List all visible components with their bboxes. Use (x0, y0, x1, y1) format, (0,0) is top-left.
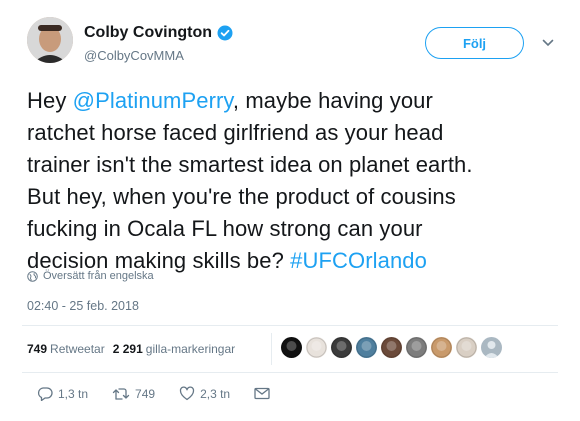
follow-button[interactable]: Följ (425, 27, 524, 59)
verified-badge-icon (217, 25, 233, 41)
translate-link[interactable]: Översätt från engelska (27, 270, 154, 282)
tweet-timestamp[interactable]: 02:40 - 25 feb. 2018 (27, 299, 139, 313)
globe-icon (27, 270, 38, 282)
likes-stat[interactable]: 2 291 gilla-markeringar (113, 342, 235, 356)
liker-avatar[interactable] (331, 337, 352, 358)
liker-avatar[interactable] (356, 337, 377, 358)
tweet-actions: 1,3 tn 749 2,3 tn (37, 386, 299, 401)
author-handle[interactable]: @ColbyCovMMA (84, 48, 184, 63)
like-button[interactable]: 2,3 tn (179, 386, 230, 401)
tweet-text: Hey @PlatinumPerry, maybe having your rat… (27, 85, 567, 277)
liker-avatar[interactable] (381, 337, 402, 358)
tweet-text-line: trainer isn't the smartest idea on plane… (27, 149, 567, 181)
mention-link[interactable]: @PlatinumPerry (73, 88, 233, 113)
tweet-text-segment: ratchet horse faced girlfriend as your h… (27, 120, 444, 145)
likes-label: gilla-markeringar (145, 342, 236, 356)
envelope-icon (254, 387, 270, 400)
stats-separator (271, 333, 272, 365)
tweet-text-segment: fucking in Ocala FL how strong can your (27, 216, 423, 241)
tweet-text-segment: trainer isn't the smartest idea on plane… (27, 152, 473, 177)
tweet-text-line: fucking in Ocala FL how strong can your (27, 213, 567, 245)
author-display-name[interactable]: Colby Covington (84, 24, 212, 42)
retweets-stat[interactable]: 749 Retweetar (27, 342, 105, 356)
reply-icon (37, 387, 53, 401)
tweet-text-segment: But hey, when you're the product of cous… (27, 184, 456, 209)
liker-avatar[interactable] (281, 337, 302, 358)
reply-count: 1,3 tn (58, 386, 89, 401)
divider (22, 372, 558, 373)
retweet-button[interactable]: 749 (112, 387, 155, 401)
heart-icon (179, 386, 195, 401)
liker-avatar[interactable] (456, 337, 477, 358)
likes-count: 2 291 (112, 342, 143, 356)
divider (22, 325, 558, 326)
liker-avatar[interactable] (431, 337, 452, 358)
tweet-text-segment: Hey (27, 88, 73, 113)
retweets-count: 749 (27, 342, 48, 356)
tweet-stats: 749 Retweetar 2 291 gilla-markeringar (27, 342, 243, 356)
tweet-text-line: But hey, when you're the product of cous… (27, 181, 567, 213)
liker-avatars (281, 337, 506, 358)
avatar[interactable] (27, 17, 73, 63)
retweets-label: Retweetar (50, 342, 105, 356)
chevron-down-icon[interactable] (541, 36, 555, 50)
translate-label[interactable]: Översätt från engelska (43, 270, 154, 282)
liker-avatar[interactable] (406, 337, 427, 358)
reply-button[interactable]: 1,3 tn (37, 386, 88, 401)
tweet-card: Colby Covington @ColbyCovMMA Följ Hey @P… (0, 0, 580, 421)
like-count: 2,3 tn (200, 386, 231, 401)
tweet-text-segment: , maybe having your (232, 88, 433, 113)
author-name-row[interactable]: Colby Covington (84, 24, 233, 42)
liker-avatar[interactable] (481, 337, 502, 358)
retweet-icon (112, 387, 130, 400)
message-button[interactable] (254, 387, 275, 400)
liker-avatar[interactable] (306, 337, 327, 358)
retweet-count: 749 (135, 386, 156, 401)
tweet-text-line: ratchet horse faced girlfriend as your h… (27, 117, 567, 149)
hashtag-link[interactable]: #UFCOrlando (290, 248, 427, 273)
tweet-text-line: Hey @PlatinumPerry, maybe having your (27, 85, 567, 117)
